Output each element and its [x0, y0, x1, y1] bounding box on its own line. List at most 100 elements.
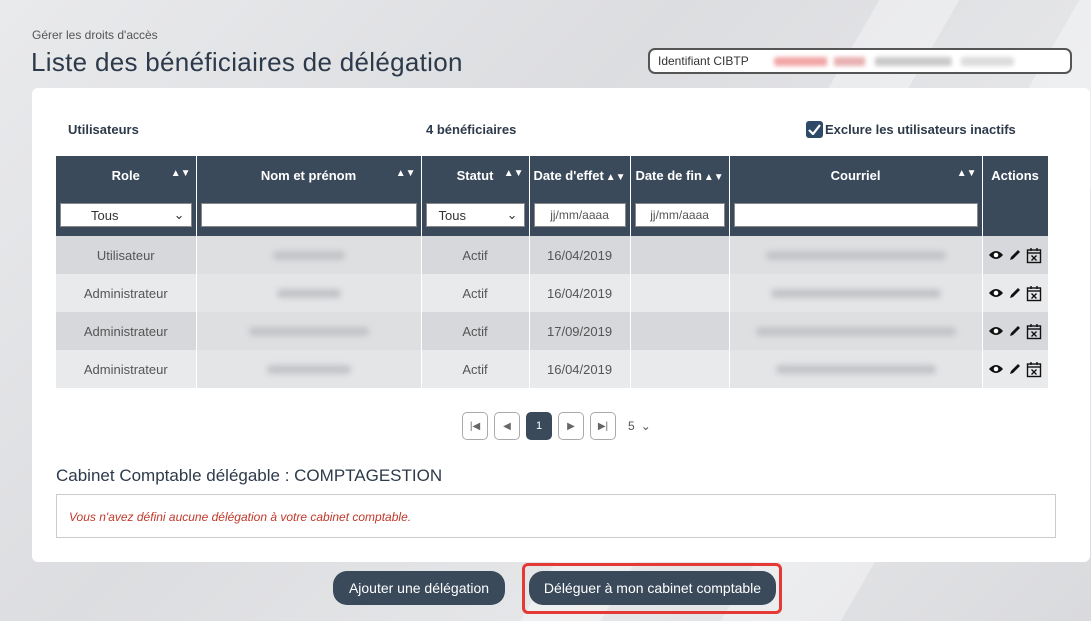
filter-cell: [729, 194, 983, 236]
exclude-inactive-toggle[interactable]: Exclure les utilisateurs inactifs: [806, 121, 1016, 138]
date-effet-cell: 16/04/2019: [529, 236, 631, 274]
statut-filter-value: Tous: [438, 207, 466, 223]
date-effet-cell: 16/04/2019: [529, 274, 631, 312]
sort-icon[interactable]: ▲▼: [396, 168, 416, 179]
filter-row: Tous ⌄ Tous ⌄ jj/mm/aaaa jj/mm/aaaa: [56, 194, 1049, 236]
column-header-courriel[interactable]: Courriel ▲▼: [729, 156, 983, 194]
check-icon: [808, 124, 821, 135]
sort-icon[interactable]: ▲▼: [606, 172, 626, 183]
exclude-inactive-checkbox[interactable]: [806, 121, 823, 138]
column-header-date-fin[interactable]: Date de fin ▲▼: [630, 156, 730, 194]
cabinet-title: Cabinet Comptable délégable : COMPTAGEST…: [56, 466, 443, 485]
eye-icon[interactable]: [988, 325, 1004, 337]
column-label: Statut: [456, 167, 494, 183]
first-page-button[interactable]: |◀: [462, 412, 488, 440]
table-header-row: Role ▲▼ Nom et prénom ▲▼ Statut ▲▼ Date d'e…: [56, 156, 1049, 194]
previous-page-button[interactable]: ◀: [494, 412, 520, 440]
actions-cell: [982, 312, 1049, 350]
column-label: Nom et prénom: [260, 167, 357, 183]
sort-icon[interactable]: ▲▼: [704, 172, 724, 183]
statut-cell: Actif: [421, 312, 530, 350]
filter-cell: Tous ⌄: [421, 194, 530, 236]
previous-page-icon: ◀: [503, 420, 511, 432]
page-title: Liste des bénéficiaires de délégation: [31, 47, 463, 77]
pencil-icon[interactable]: [1008, 362, 1022, 376]
column-label: Role: [111, 167, 140, 183]
column-label: Courriel: [830, 167, 881, 183]
eye-icon[interactable]: [988, 287, 1004, 299]
calendar-remove-icon[interactable]: [1026, 285, 1042, 302]
chevron-down-icon: ⌄: [173, 207, 185, 222]
statut-filter-select[interactable]: Tous ⌄: [425, 203, 525, 227]
name-filter-input[interactable]: [200, 203, 417, 227]
page-size-select[interactable]: 5 ⌄: [628, 419, 651, 433]
courriel-cell-redacted: [729, 274, 983, 312]
breadcrumb: Gérer les droits d'accès: [32, 28, 158, 42]
calendar-remove-icon[interactable]: [1026, 361, 1042, 378]
column-header-name[interactable]: Nom et prénom ▲▼: [196, 156, 422, 194]
actions-cell: [982, 350, 1049, 388]
date-effet-cell: 17/09/2019: [529, 312, 631, 350]
sort-icon[interactable]: ▲▼: [957, 168, 977, 179]
pencil-icon[interactable]: [1008, 248, 1022, 262]
page-button-current[interactable]: 1: [526, 412, 552, 440]
page-size-value: 5: [628, 419, 635, 433]
filter-cell: [196, 194, 422, 236]
calendar-remove-icon[interactable]: [1026, 247, 1042, 264]
redacted-text: [248, 326, 369, 336]
table-row: Administrateur Actif 17/09/2019: [56, 312, 1049, 350]
role-cell: Administrateur: [56, 350, 197, 388]
column-header-statut[interactable]: Statut ▲▼: [421, 156, 530, 194]
sort-icon[interactable]: ▲▼: [504, 168, 524, 179]
redacted-text: [775, 364, 936, 374]
date-fin-filter-input[interactable]: jj/mm/aaaa: [634, 203, 725, 227]
column-label: Date d'effet: [533, 167, 604, 183]
filter-cell: Tous ⌄: [56, 194, 197, 236]
column-label: Date de fin: [635, 167, 702, 183]
calendar-remove-icon[interactable]: [1026, 323, 1042, 340]
cibtp-label: Identifiant CIBTP: [658, 54, 749, 68]
cibtp-value-redacted: [774, 57, 1014, 66]
redacted-text: [272, 250, 345, 260]
role-cell: Administrateur: [56, 312, 197, 350]
last-page-button[interactable]: ▶|: [590, 412, 616, 440]
courriel-filter-input[interactable]: [733, 203, 978, 227]
eye-icon[interactable]: [988, 249, 1004, 261]
courriel-cell-redacted: [729, 350, 983, 388]
name-cell-redacted: [196, 312, 422, 350]
date-fin-cell: [630, 312, 730, 350]
date-fin-cell: [630, 274, 730, 312]
name-cell-redacted: [196, 350, 422, 388]
date-effet-filter-input[interactable]: jj/mm/aaaa: [533, 203, 626, 227]
cabinet-empty-message: Vous n'avez défini aucune délégation à v…: [56, 494, 1056, 538]
pencil-icon[interactable]: [1008, 286, 1022, 300]
add-delegation-button[interactable]: Ajouter une délégation: [333, 571, 505, 605]
cibtp-identifier-box: Identifiant CIBTP: [648, 48, 1072, 74]
filter-cell: jj/mm/aaaa: [529, 194, 631, 236]
name-cell-redacted: [196, 236, 422, 274]
column-header-date-effet[interactable]: Date d'effet ▲▼: [529, 156, 631, 194]
table-row: Administrateur Actif 16/04/2019: [56, 274, 1049, 312]
redacted-text: [266, 364, 351, 374]
statut-cell: Actif: [421, 350, 530, 388]
first-page-icon: |◀: [469, 420, 481, 432]
courriel-cell-redacted: [729, 236, 983, 274]
pencil-icon[interactable]: [1008, 324, 1022, 338]
column-header-role[interactable]: Role ▲▼: [56, 156, 197, 194]
chevron-down-icon: ⌄: [640, 419, 651, 433]
pagination: |◀ ◀ 1 ▶ ▶| 5 ⌄: [462, 412, 651, 440]
column-header-actions: Actions: [982, 156, 1049, 194]
role-cell: Utilisateur: [56, 236, 197, 274]
redacted-text: [770, 288, 941, 298]
beneficiaries-count: 4 bénéficiaires: [426, 122, 517, 137]
redacted-text: [276, 288, 341, 298]
role-cell: Administrateur: [56, 274, 197, 312]
chevron-down-icon: ⌄: [506, 207, 518, 222]
filter-cell: [982, 194, 1049, 236]
eye-icon[interactable]: [988, 363, 1004, 375]
role-filter-select[interactable]: Tous ⌄: [60, 203, 192, 227]
sort-icon[interactable]: ▲▼: [171, 168, 191, 179]
next-page-icon: ▶: [567, 420, 575, 432]
date-effet-cell: 16/04/2019: [529, 350, 631, 388]
next-page-button[interactable]: ▶: [558, 412, 584, 440]
